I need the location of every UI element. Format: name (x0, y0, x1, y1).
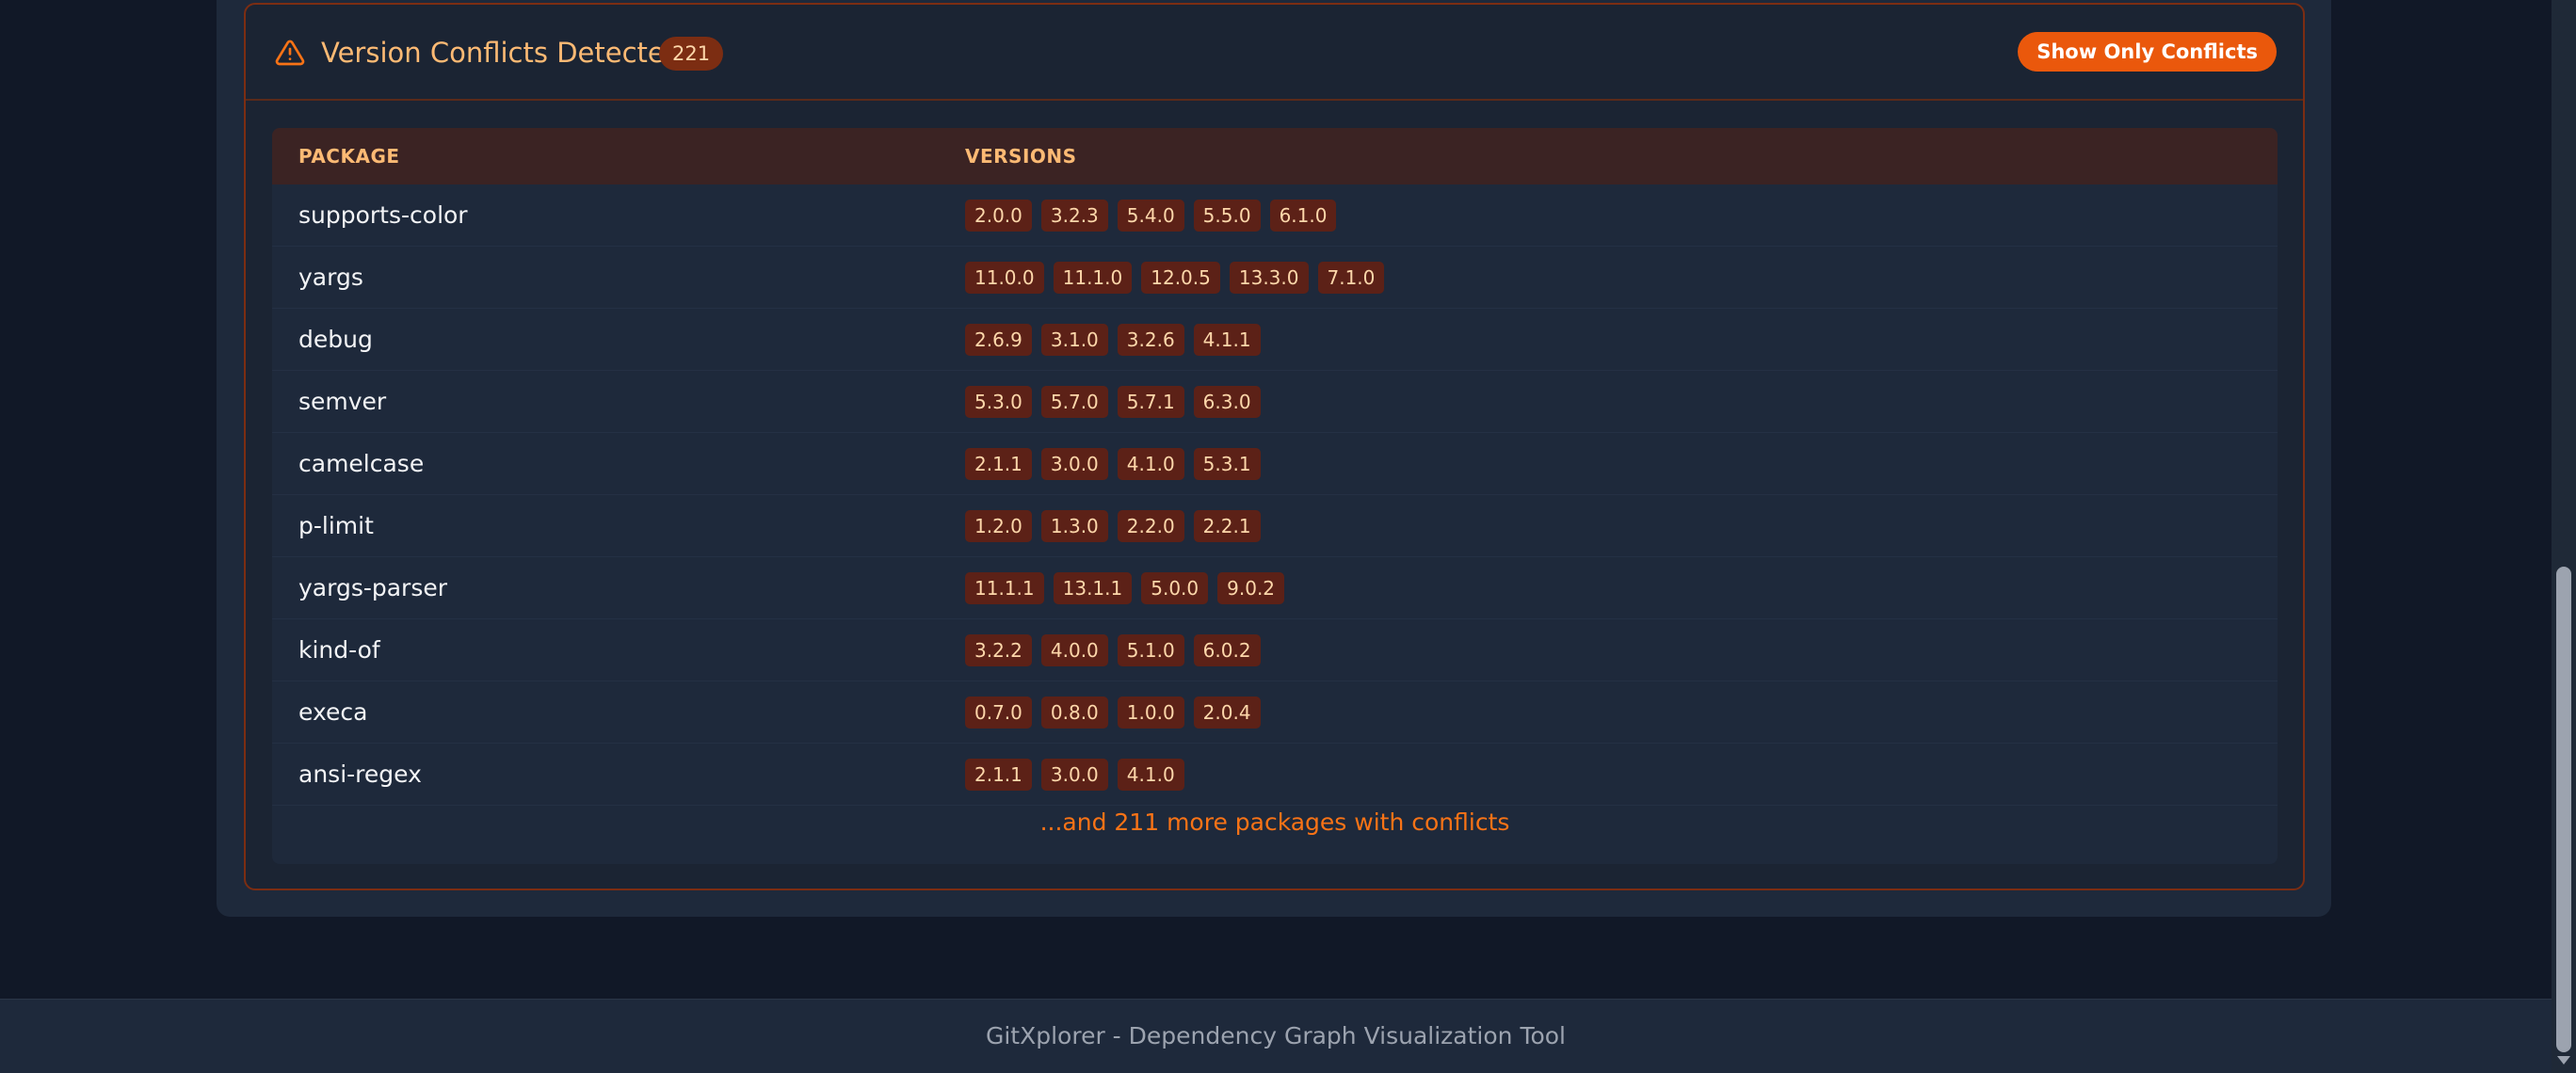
footer: GitXplorer - Dependency Graph Visualizat… (0, 999, 2552, 1073)
version-tag: 1.2.0 (965, 510, 1032, 542)
version-list: 2.0.0 3.2.3 5.4.0 5.5.0 6.1.0 (965, 200, 1337, 232)
table-row: camelcase 2.1.1 3.0.0 4.1.0 5.3.1 (272, 433, 2278, 495)
package-name: supports-color (298, 201, 468, 229)
package-name: ansi-regex (298, 761, 422, 788)
column-header-versions: VERSIONS (965, 145, 1077, 168)
version-tag: 5.4.0 (1117, 200, 1184, 232)
table-row: yargs-parser 11.1.1 13.1.1 5.0.0 9.0.2 (272, 557, 2278, 619)
version-tag: 3.2.6 (1117, 324, 1184, 356)
table-body: supports-color 2.0.0 3.2.3 5.4.0 5.5.0 6.1.0 y… (272, 184, 2278, 806)
version-tag: 2.1.1 (965, 448, 1032, 480)
version-tag: 2.0.4 (1193, 697, 1261, 729)
package-name: yargs-parser (298, 574, 448, 601)
show-only-conflicts-button[interactable]: Show Only Conflicts (2018, 32, 2277, 72)
version-tag: 6.1.0 (1269, 200, 1337, 232)
table-row: p-limit 1.2.0 1.3.0 2.2.0 2.2.1 (272, 495, 2278, 557)
version-tag: 3.1.0 (1040, 324, 1108, 356)
version-tag: 0.8.0 (1040, 697, 1108, 729)
version-tag: 1.0.0 (1117, 697, 1184, 729)
version-tag: 11.1.0 (1053, 262, 1133, 294)
version-tag: 5.3.1 (1193, 448, 1261, 480)
scrollbar-thumb[interactable] (2556, 567, 2571, 1052)
package-name: camelcase (298, 450, 425, 477)
warning-triangle-icon (275, 40, 305, 66)
table-header: PACKAGE VERSIONS (272, 128, 2278, 184)
version-list: 11.1.1 13.1.1 5.0.0 9.0.2 (965, 572, 1285, 604)
conflicts-table: PACKAGE VERSIONS supports-color 2.0.0 3.2.… (272, 128, 2278, 864)
version-conflicts-panel: Version Conflicts Detected 221 Show Only… (244, 3, 2305, 890)
version-tag: 2.0.0 (965, 200, 1032, 232)
version-list: 11.0.0 11.1.0 12.0.5 13.3.0 7.1.0 (965, 262, 1385, 294)
version-tag: 2.1.1 (965, 759, 1032, 791)
version-list: 2.6.9 3.1.0 3.2.6 4.1.1 (965, 324, 1261, 356)
version-tag: 2.2.0 (1117, 510, 1184, 542)
version-tag: 4.1.0 (1117, 759, 1184, 791)
version-tag: 6.0.2 (1193, 634, 1261, 666)
table-row: semver 5.3.0 5.7.0 5.7.1 6.3.0 (272, 371, 2278, 433)
version-tag: 4.1.1 (1193, 324, 1261, 356)
version-tag: 4.1.0 (1117, 448, 1184, 480)
version-list: 1.2.0 1.3.0 2.2.0 2.2.1 (965, 510, 1261, 542)
package-name: p-limit (298, 512, 374, 539)
version-list: 5.3.0 5.7.0 5.7.1 6.3.0 (965, 386, 1261, 418)
version-tag: 5.7.0 (1040, 386, 1108, 418)
version-tag: 2.6.9 (965, 324, 1032, 356)
version-tag: 12.0.5 (1141, 262, 1220, 294)
version-tag: 3.2.3 (1040, 200, 1108, 232)
page: Version Conflicts Detected 221 Show Only… (0, 0, 2576, 1073)
panel-header: Version Conflicts Detected 221 Show Only… (246, 5, 2303, 101)
version-list: 2.1.1 3.0.0 4.1.0 (965, 759, 1184, 791)
vertical-scrollbar[interactable] (2552, 0, 2576, 1073)
version-tag: 5.3.0 (965, 386, 1032, 418)
scroll-down-arrow-icon[interactable] (2557, 1056, 2570, 1065)
conflict-count-badge: 221 (659, 37, 724, 71)
package-name: kind-of (298, 636, 380, 664)
package-name: yargs (298, 264, 363, 291)
table-row: debug 2.6.9 3.1.0 3.2.6 4.1.1 (272, 309, 2278, 371)
table-row: supports-color 2.0.0 3.2.3 5.4.0 5.5.0 6.1.0 (272, 184, 2278, 247)
version-tag: 11.0.0 (965, 262, 1044, 294)
version-tag: 6.3.0 (1193, 386, 1261, 418)
version-list: 0.7.0 0.8.0 1.0.0 2.0.4 (965, 697, 1261, 729)
version-tag: 13.1.1 (1053, 572, 1133, 604)
version-tag: 5.1.0 (1117, 634, 1184, 666)
version-tag: 3.0.0 (1040, 448, 1108, 480)
version-tag: 3.2.2 (965, 634, 1032, 666)
package-name: debug (298, 326, 373, 353)
version-tag: 5.7.1 (1117, 386, 1184, 418)
version-tag: 9.0.2 (1217, 572, 1285, 604)
version-tag: 7.1.0 (1317, 262, 1385, 294)
package-name: execa (298, 698, 368, 726)
footer-text: GitXplorer - Dependency Graph Visualizat… (985, 1022, 1566, 1049)
version-tag: 0.7.0 (965, 697, 1032, 729)
table-row: execa 0.7.0 0.8.0 1.0.0 2.0.4 (272, 681, 2278, 744)
version-tag: 11.1.1 (965, 572, 1044, 604)
version-tag: 1.3.0 (1040, 510, 1108, 542)
version-tag: 2.2.1 (1193, 510, 1261, 542)
version-tag: 13.3.0 (1229, 262, 1309, 294)
version-tag: 5.0.0 (1141, 572, 1209, 604)
table-row: ansi-regex 2.1.1 3.0.0 4.1.0 (272, 744, 2278, 806)
version-tag: 5.5.0 (1193, 200, 1261, 232)
version-tag: 4.0.0 (1040, 634, 1108, 666)
version-tag: 3.0.0 (1040, 759, 1108, 791)
table-row: kind-of 3.2.2 4.0.0 5.1.0 6.0.2 (272, 619, 2278, 681)
version-list: 3.2.2 4.0.0 5.1.0 6.0.2 (965, 634, 1261, 666)
column-header-package: PACKAGE (298, 145, 400, 168)
version-list: 2.1.1 3.0.0 4.1.0 5.3.1 (965, 448, 1261, 480)
more-conflicts-note: ...and 211 more packages with conflicts (1039, 809, 1510, 836)
package-name: semver (298, 388, 387, 415)
table-row: yargs 11.0.0 11.1.0 12.0.5 13.3.0 7.1.0 (272, 247, 2278, 309)
panel-title: Version Conflicts Detected (321, 37, 683, 69)
